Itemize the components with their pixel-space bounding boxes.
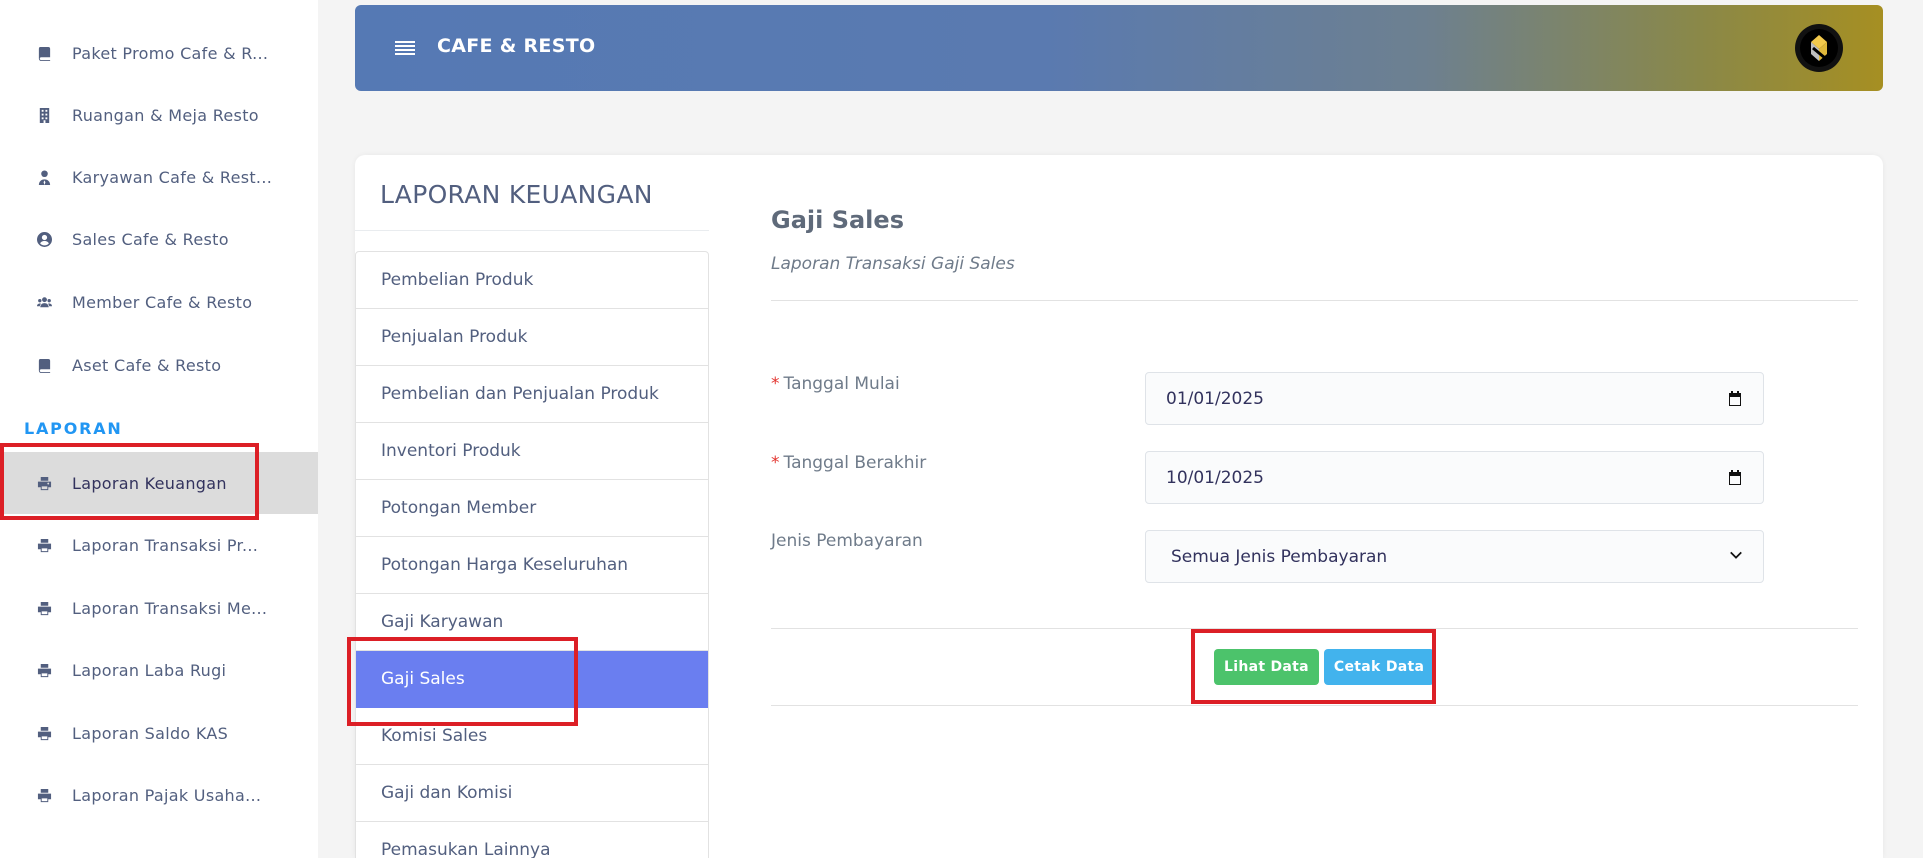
print-data-button[interactable]: Cetak Data [1323,649,1435,685]
sidebar-item-member[interactable]: Member Cafe & Resto [0,271,318,333]
user-tie-icon [35,168,53,186]
print-icon [35,724,53,742]
building-icon [35,106,53,124]
logo-avatar-icon[interactable] [1795,24,1843,72]
start-date-label: * Tanggal Mulai [771,374,900,394]
sidebar-item-label: Laporan Transaksi Me... [72,598,268,618]
sidebar-item-label: Laporan Saldo KAS [72,723,229,743]
required-mark: * [771,453,780,473]
end-date-value: 10/01/2025 [1166,467,1264,488]
sidebar-item-laporan-transaksi-pr[interactable]: Laporan Transaksi Pr... [0,514,318,576]
print-icon [35,536,53,554]
sidebar-item-label: Ruangan & Meja Resto [72,105,259,125]
menu-item-komisi-sales[interactable]: Komisi Sales [356,708,708,765]
sidebar-item-aset[interactable]: Aset Cafe & Resto [0,334,318,396]
book-icon [35,356,53,374]
sidebar-item-label: Laporan Transaksi Pr... [72,535,259,555]
calendar-icon[interactable] [1727,469,1743,486]
top-header: CAFE & RESTO [355,5,1883,91]
print-icon [35,474,53,492]
sidebar-item-sales[interactable]: Sales Cafe & Resto [0,208,318,270]
payment-type-value: Semua Jenis Pembayaran [1171,546,1388,567]
menu-item-pembelian-penjualan[interactable]: Pembelian dan Penjualan Produk [356,366,708,423]
sidebar-item-karyawan[interactable]: Karyawan Cafe & Rest... [0,146,318,208]
menu-item-potongan-member[interactable]: Potongan Member [356,480,708,537]
hamburger-icon[interactable] [395,41,415,57]
menu-item-pemasukan-lainnya[interactable]: Pemasukan Lainnya [356,822,708,858]
divider [771,628,1858,629]
sidebar-item-laporan-keuangan[interactable]: Laporan Keuangan [0,452,318,514]
sidebar-item-label: Paket Promo Cafe & R... [72,43,269,63]
end-date-input[interactable]: 10/01/2025 [1145,451,1764,504]
sidebar-item-label: Laporan Pajak Usaha... [72,785,262,805]
sidebar-item-label: Member Cafe & Resto [72,292,253,312]
sidebar: Paket Promo Cafe & R... Ruangan & Meja R… [0,0,318,858]
report-menu: Pembelian Produk Penjualan Produk Pembel… [355,251,709,858]
divider [771,705,1858,706]
calendar-icon[interactable] [1727,390,1743,407]
sidebar-item-label: Laporan Laba Rugi [72,660,227,680]
menu-item-inventori-produk[interactable]: Inventori Produk [356,423,708,480]
sidebar-item-paket-promo[interactable]: Paket Promo Cafe & R... [0,22,318,84]
menu-item-potongan-harga[interactable]: Potongan Harga Keseluruhan [356,537,708,594]
sidebar-item-label: Sales Cafe & Resto [72,229,229,249]
divider [771,300,1858,301]
print-icon [35,661,53,679]
action-buttons: Lihat Data Cetak Data [1214,649,1435,685]
menu-item-gaji-komisi[interactable]: Gaji dan Komisi [356,765,708,822]
sidebar-item-label: Aset Cafe & Resto [72,355,222,375]
view-data-button[interactable]: Lihat Data [1214,649,1319,685]
sidebar-item-label: Karyawan Cafe & Rest... [72,167,273,187]
card-title: LAPORAN KEUANGAN [380,180,653,209]
user-circle-icon [35,230,53,248]
users-icon [35,293,53,311]
payment-type-label: Jenis Pembayaran [771,531,923,551]
report-card: LAPORAN KEUANGAN Pembelian Produk Penjua… [355,155,1883,858]
required-mark: * [771,374,780,394]
menu-item-pembelian-produk[interactable]: Pembelian Produk [356,252,708,309]
divider [355,230,709,231]
end-date-label: * Tanggal Berakhir [771,453,927,473]
sidebar-item-label: Laporan Keuangan [72,473,227,493]
sidebar-item-laporan-saldo-kas[interactable]: Laporan Saldo KAS [0,702,318,764]
form-subtitle: Laporan Transaksi Gaji Sales [771,254,1015,274]
chevron-down-icon [1729,547,1743,567]
print-icon [35,786,53,804]
sidebar-section-heading: LAPORAN [24,419,123,438]
brand-title: CAFE & RESTO [437,35,596,57]
sidebar-item-laporan-laba-rugi[interactable]: Laporan Laba Rugi [0,639,318,701]
sidebar-item-laporan-pajak-usaha[interactable]: Laporan Pajak Usaha... [0,764,318,826]
book-icon [35,44,53,62]
start-date-input[interactable]: 01/01/2025 [1145,372,1764,425]
form-title: Gaji Sales [771,206,904,234]
sidebar-item-laporan-transaksi-me[interactable]: Laporan Transaksi Me... [0,577,318,639]
print-icon [35,599,53,617]
payment-type-select[interactable]: Semua Jenis Pembayaran [1145,530,1764,583]
start-date-value: 01/01/2025 [1166,388,1264,409]
sidebar-item-ruangan-meja[interactable]: Ruangan & Meja Resto [0,84,318,146]
menu-item-penjualan-produk[interactable]: Penjualan Produk [356,309,708,366]
menu-item-gaji-sales[interactable]: Gaji Sales [356,651,708,708]
menu-item-gaji-karyawan[interactable]: Gaji Karyawan [356,594,708,651]
